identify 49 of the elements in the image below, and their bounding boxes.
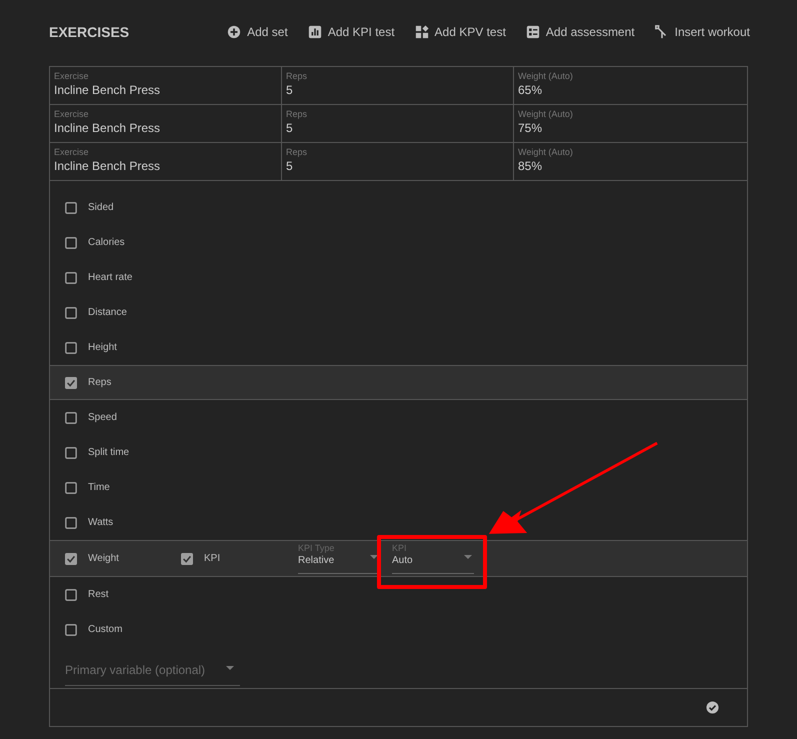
check-circle-icon[interactable] [706,701,719,714]
checkbox-checked[interactable] [65,552,77,564]
checkbox-label: Custom [88,624,124,635]
toolbar-button[interactable]: Add set [227,25,288,39]
checkbox-label: Heart rate [88,272,134,283]
add-circle-icon [227,25,242,39]
checkbox-label: Rest [88,589,110,600]
checkbox-label: Height [88,342,118,353]
section-title: EXERCISES [49,24,130,40]
toolbar-button[interactable]: Add assessment [526,25,635,39]
checkbox-label: Watts [88,517,114,528]
checkbox[interactable] [65,446,77,458]
table-cell: Exercise Incline Bench Press [50,67,282,104]
checkbox[interactable] [65,412,77,424]
table-cell-text: Weight (Auto) 65% [517,70,574,99]
table-cell-text: Weight (Auto) 85% [517,146,574,175]
checkbox-label: Calories [88,237,126,248]
checkbox[interactable] [65,624,77,636]
checkbox-label: Weight [88,553,120,564]
checkbox[interactable] [65,342,77,354]
checkbox-label: Distance [88,307,128,318]
checkbox-label: Sided [88,202,115,213]
table-cell: Exercise Incline Bench Press [50,105,282,142]
checkbox[interactable] [65,236,77,248]
checkbox-label: Reps [88,377,112,388]
bar-chart-icon [308,25,322,39]
toolbar-button[interactable]: Add KPV test [414,25,506,39]
table-cell: Reps 5 [282,67,514,104]
checkbox[interactable] [65,202,77,214]
checkbox-checked[interactable] [65,376,77,388]
widgets-icon [414,25,429,39]
toolbar-button[interactable]: Add KPI test [308,25,395,39]
table-cell: Exercise Incline Bench Press [50,143,282,180]
table-cell: Reps 5 [282,105,514,142]
checkbox-checked[interactable] [181,552,193,564]
checkbox-label: Time [88,482,111,493]
checkbox-label: Speed [88,412,118,423]
checkbox[interactable] [65,482,77,494]
merge-arrow-icon [654,25,669,39]
toolbar-button[interactable]: Insert workout [654,25,750,39]
checkbox[interactable] [65,306,77,318]
checkbox[interactable] [65,588,77,600]
checkbox-label: Split time [88,447,130,458]
checkbox-label: KPI [204,553,222,564]
checklist-icon [526,25,540,39]
table-cell: Reps 5 [282,143,514,180]
checkbox[interactable] [65,516,77,528]
checkbox[interactable] [65,272,77,284]
table-cell-text: Weight (Auto) 75% [517,108,574,137]
